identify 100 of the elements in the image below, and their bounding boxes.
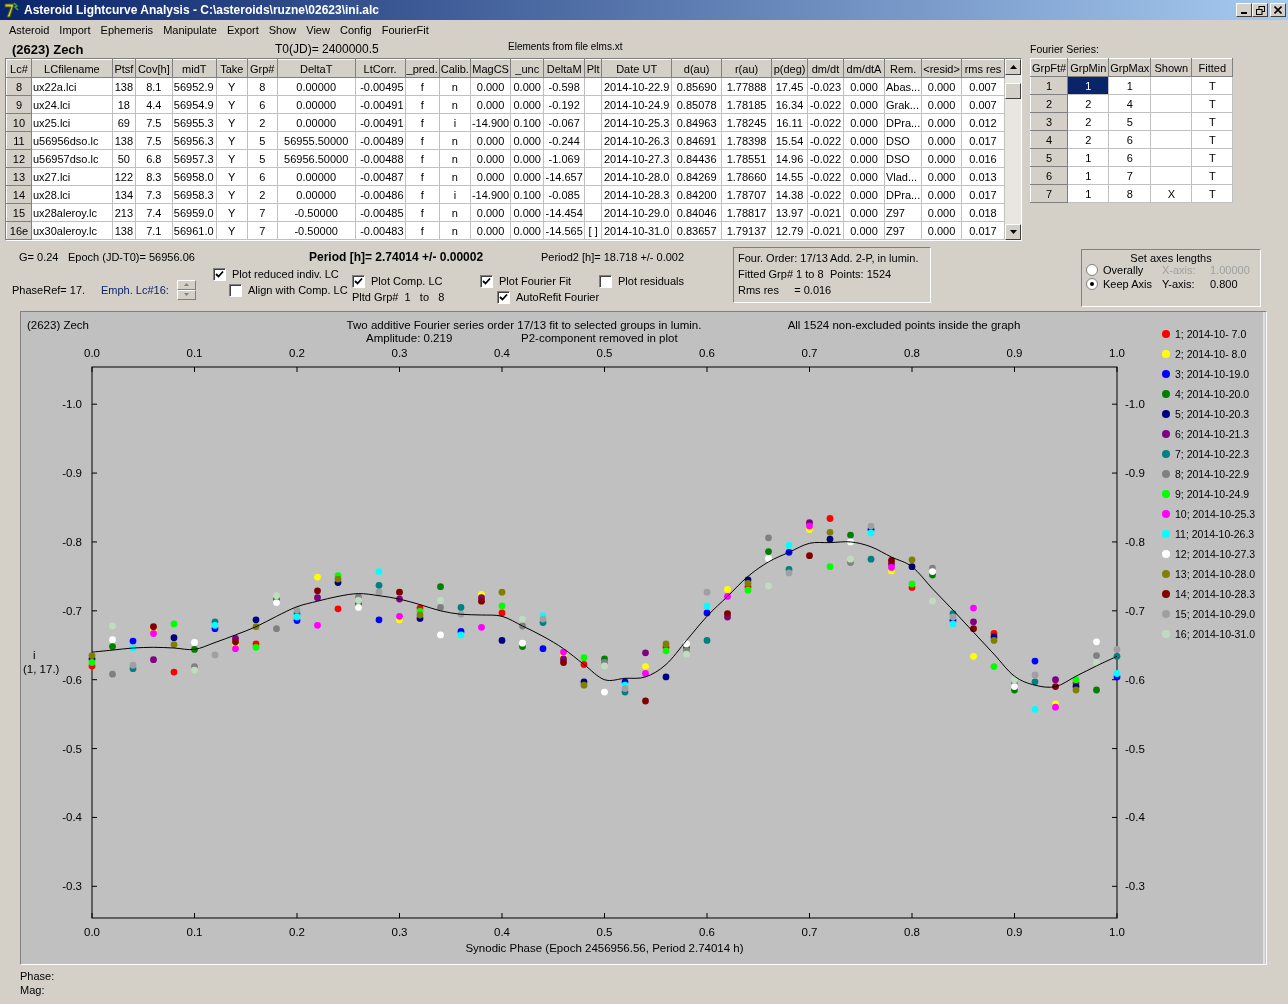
table-cell: 2014-10-28.3 <box>603 188 670 201</box>
table-cell: n <box>451 80 458 93</box>
table-cell: 15.54 <box>775 134 804 147</box>
legend-label: 15; 2014-10-29.0 <box>1175 608 1255 620</box>
table-cell: 50 <box>117 152 130 165</box>
table-cell: 2014-10-26.3 <box>603 134 670 147</box>
table-cell: -0.085 <box>548 188 580 201</box>
table-cell: 213 <box>114 206 134 219</box>
table-cell: 8.1 <box>146 80 162 93</box>
y-tick-label: -0.5 <box>1125 742 1145 755</box>
table-cell: -0.00489 <box>360 134 404 147</box>
table-cell: DPra... <box>885 116 921 129</box>
table-cell: 0.000 <box>927 116 956 129</box>
table-cell: 8.3 <box>146 170 162 183</box>
table-cell: Y <box>228 224 236 237</box>
fit-info-text: Points: 1524 <box>830 267 893 281</box>
table-cell: 0.85078 <box>676 98 717 111</box>
table-cell: DSO <box>885 134 910 147</box>
x-tick-label: 1.0 <box>1109 926 1125 938</box>
table-cell: 1.78707 <box>726 188 767 201</box>
table-cell: T <box>1209 79 1216 92</box>
table-cell: 0.000 <box>476 224 505 237</box>
table-cell: -0.50000 <box>294 224 338 237</box>
table-cell: 0.000 <box>850 80 878 93</box>
epoch-value: Epoch (JD-T0)= 56956.06 <box>68 251 196 263</box>
table-cell: 0.000 <box>927 134 956 147</box>
table-cell: i <box>453 188 457 201</box>
table-cell: 8 <box>259 80 266 93</box>
table-cell: 0.000 <box>850 224 878 237</box>
fit-info-text: Fitted Grp# 1 to 8 <box>738 267 825 281</box>
table-cell: 5 <box>259 134 266 147</box>
table-cell: 0.85690 <box>676 80 717 93</box>
table-cell: DPra... <box>885 188 921 201</box>
table-cell: 0.84963 <box>676 116 717 129</box>
x-tick-label: 0.7 <box>801 347 818 359</box>
table-cell: 0.000 <box>850 98 878 111</box>
table-cell: -0.598 <box>548 80 580 93</box>
table-cell: T <box>1209 169 1216 182</box>
table-cell: 0.000 <box>513 80 541 93</box>
table-cell: 1.77888 <box>726 80 767 93</box>
y-tick-label: -0.4 <box>1125 811 1145 824</box>
table-cell: -14.565 <box>545 224 583 237</box>
table-cell: 138 <box>114 80 134 93</box>
table-cell: n <box>451 134 458 147</box>
table-cell: ux24.lci <box>32 98 71 111</box>
table-cell: 5 <box>259 152 266 165</box>
x-tick-label: 0.9 <box>1006 347 1023 359</box>
y-tick-label: -0.6 <box>62 673 82 686</box>
chart-object-name: (2623) Zech <box>27 319 89 331</box>
table-cell: 2014-10-24.9 <box>603 98 670 111</box>
legend-label: 6; 2014-10-21.3 <box>1175 428 1250 440</box>
table-cell: ux25.lci <box>32 116 71 129</box>
x-tick-label: 0.7 <box>801 926 818 938</box>
table-cell: Y <box>228 170 236 183</box>
table-cell: 0.00000 <box>296 98 337 111</box>
x-tick-label: 0.5 <box>596 926 613 938</box>
x-tick-label: 0.1 <box>186 347 203 359</box>
x-tick-label: 0.8 <box>904 347 920 359</box>
x-tick-label: 0.4 <box>494 347 510 359</box>
table-cell: -0.00491 <box>360 98 404 111</box>
table-cell: 0.84436 <box>676 152 717 165</box>
table-cell: 7.1 <box>146 224 162 237</box>
x-tick-label: 0.8 <box>904 926 920 938</box>
table-cell: 0.007 <box>969 98 997 111</box>
y-tick-label: -0.9 <box>1125 467 1145 480</box>
table-cell: T <box>1209 97 1216 110</box>
y-tick-label: -0.6 <box>1125 673 1145 686</box>
elements-label: Elements from file elms.xt <box>508 40 623 52</box>
legend-label: 10; 2014-10-25.3 <box>1175 508 1255 520</box>
table-cell: -0.00485 <box>360 206 404 219</box>
object-name: (2623) Zech <box>12 41 85 57</box>
table-cell: -1.069 <box>548 152 580 165</box>
y-axis-label: i <box>33 649 36 661</box>
table-cell: Z97 <box>885 224 905 237</box>
legend-label: 5; 2014-10-20.3 <box>1175 408 1250 420</box>
table-cell: X <box>1167 187 1176 200</box>
table-cell: n <box>451 224 458 237</box>
legend-label: 16; 2014-10-31.0 <box>1175 628 1255 640</box>
table-cell: -0.021 <box>809 224 842 237</box>
period2-value: Period2 [h]= 18.718 +/- 0.002 <box>541 251 685 263</box>
table-cell: 0.016 <box>969 152 997 165</box>
table-cell: Z97 <box>885 206 905 219</box>
table-cell: 0.000 <box>927 152 956 165</box>
table-cell: 0.018 <box>969 206 997 219</box>
axis-label: Y-axis: <box>1162 278 1196 290</box>
table-cell: 0.000 <box>513 224 541 237</box>
table-cell: 6 <box>1126 151 1133 164</box>
table-cell: 13.97 <box>775 206 804 219</box>
table-cell: 122 <box>114 170 134 183</box>
table-cell: 2014-10-31.0 <box>603 224 670 237</box>
legend-label: 12; 2014-10-27.3 <box>1175 548 1255 560</box>
table-cell: 7 <box>259 224 266 237</box>
table-cell: 56956.3 <box>173 134 214 147</box>
x-tick-label: 1.0 <box>1109 347 1125 359</box>
table-cell: 0.000 <box>927 80 956 93</box>
table-cell: 6.8 <box>146 152 162 165</box>
table-cell: 0.000 <box>927 170 956 183</box>
legend-label: 14; 2014-10-28.3 <box>1175 588 1255 600</box>
table-cell: Y <box>228 98 236 111</box>
table-cell: 0.017 <box>969 188 997 201</box>
